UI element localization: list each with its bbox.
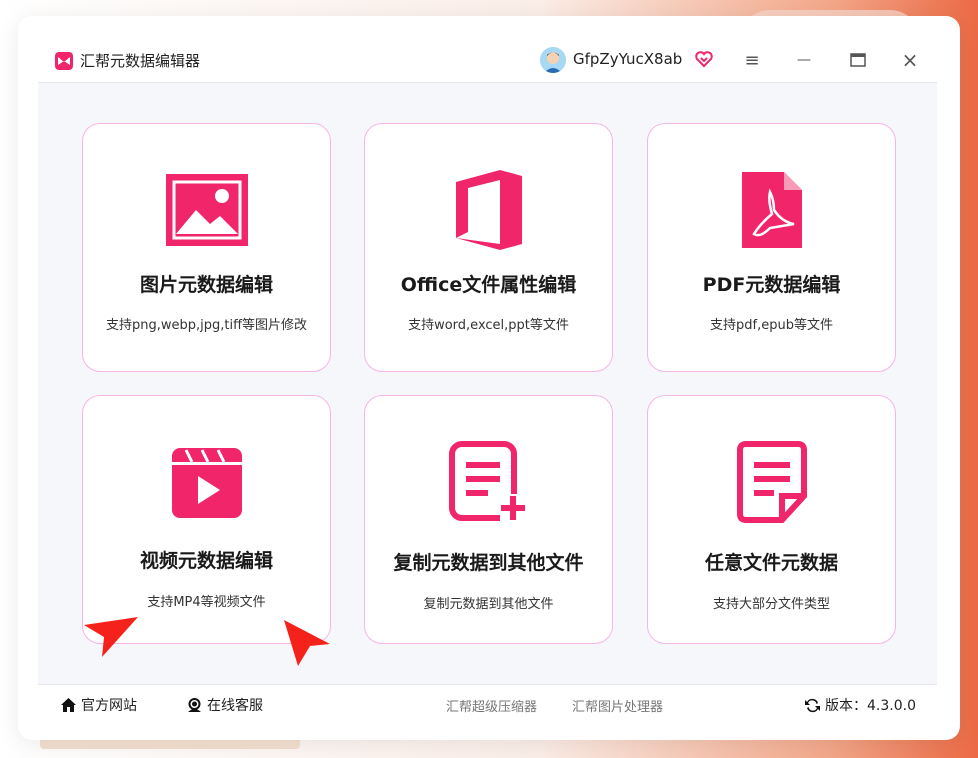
card-title: 视频元数据编辑	[139, 550, 273, 572]
official-website-label: 官方网站	[81, 698, 137, 714]
card-office-properties[interactable]: Office文件属性编辑 支持word,excel,ppt等文件	[364, 123, 613, 372]
card-copy-metadata[interactable]: 复制元数据到其他文件 复制元数据到其他文件	[364, 395, 613, 644]
card-description: 复制元数据到其他文件	[423, 597, 554, 612]
card-description: 支持word,excel,ppt等文件	[408, 318, 569, 333]
refresh-icon	[805, 698, 820, 712]
menu-icon: ≡	[744, 49, 760, 71]
video-icon	[171, 448, 242, 518]
document-icon	[736, 441, 807, 523]
version-label: 版本：4.3.0.0	[825, 698, 916, 714]
close-icon: ×	[901, 48, 919, 72]
image-processor-link[interactable]: 汇帮图片处理器	[572, 696, 663, 715]
menu-button[interactable]: ≡	[738, 46, 766, 74]
minimize-icon: —	[797, 52, 811, 68]
vip-heart-icon[interactable]	[694, 49, 714, 69]
image-processor-label: 汇帮图片处理器	[572, 700, 664, 715]
title-bar: 汇帮元数据编辑器 GfpZyYucX8ab ≡ — ×	[38, 38, 937, 83]
version-info[interactable]: 版本：4.3.0.0	[804, 695, 916, 715]
card-title: 任意文件元数据	[704, 552, 838, 574]
card-title: 图片元数据编辑	[139, 274, 273, 296]
online-support-label: 在线客服	[207, 698, 263, 714]
home-icon	[61, 698, 76, 712]
online-support-link[interactable]: 在线客服	[186, 695, 263, 715]
card-pdf-metadata[interactable]: PDF元数据编辑 支持pdf,epub等文件	[647, 123, 896, 372]
footer-bar: 官方网站 在线客服 汇帮超级压缩器 汇帮图片处理器 版本：4.3.0.0	[38, 684, 937, 721]
maximize-icon	[850, 53, 866, 67]
card-image-metadata[interactable]: 图片元数据编辑 支持png,webp,jpg,tiff等图片修改	[82, 123, 331, 372]
card-any-file-metadata[interactable]: 任意文件元数据 支持大部分文件类型	[647, 395, 896, 644]
official-website-link[interactable]: 官方网站	[60, 695, 137, 715]
customer-service-icon	[188, 698, 201, 712]
card-video-metadata[interactable]: 视频元数据编辑 支持MP4等视频文件	[82, 395, 331, 644]
pdf-icon	[741, 172, 802, 248]
username[interactable]: GfpZyYucX8ab	[573, 50, 682, 68]
card-title: 复制元数据到其他文件	[393, 552, 584, 574]
super-compressor-link[interactable]: 汇帮超级压缩器	[446, 696, 537, 715]
office-icon	[455, 170, 522, 250]
avatar-icon	[540, 47, 566, 73]
copy-doc-icon	[448, 441, 528, 522]
card-description: 支持MP4等视频文件	[147, 595, 266, 610]
card-description: 支持png,webp,jpg,tiff等图片修改	[105, 318, 308, 333]
card-description: 支持pdf,epub等文件	[710, 318, 833, 333]
maximize-button[interactable]	[844, 46, 872, 74]
card-description: 支持大部分文件类型	[712, 597, 830, 612]
card-title: PDF元数据编辑	[702, 274, 841, 296]
image-icon	[165, 174, 248, 246]
super-compressor-label: 汇帮超级压缩器	[446, 700, 538, 715]
minimize-button[interactable]: —	[790, 46, 818, 74]
app-title: 汇帮元数据编辑器	[80, 52, 201, 70]
close-button[interactable]: ×	[896, 46, 924, 74]
pointer-arrow-icon	[84, 617, 138, 657]
card-title: Office文件属性编辑	[400, 274, 577, 296]
pointer-arrow-icon	[284, 620, 330, 666]
app-logo-icon	[55, 52, 73, 70]
user-avatar[interactable]	[540, 47, 566, 73]
